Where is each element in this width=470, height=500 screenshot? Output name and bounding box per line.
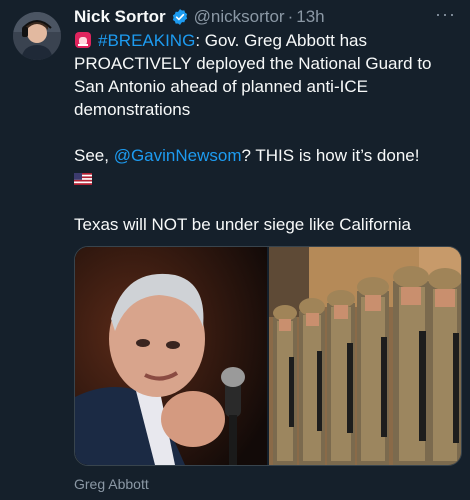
author-name[interactable]: Nick Sortor (74, 7, 166, 27)
national-guard-photo[interactable] (269, 247, 461, 465)
tweet-header: Nick Sortor @nicksortor · 13h (74, 4, 458, 30)
media-grid[interactable] (74, 246, 462, 466)
tweet-paragraph-2: See, @GavinNewsom? THIS is how it’s done… (74, 144, 458, 190)
greg-abbott-photo[interactable] (75, 247, 267, 465)
tweet-text: #BREAKING: Gov. Greg Abbott has PROACTIV… (74, 29, 458, 236)
tweet-line-2-prefix: See, (74, 146, 114, 165)
tweet-paragraph-1: #BREAKING: Gov. Greg Abbott has PROACTIV… (74, 29, 458, 121)
verified-badge-icon (171, 8, 189, 26)
more-dots-icon[interactable]: ··· (435, 5, 456, 23)
timestamp[interactable]: 13h (296, 7, 324, 27)
us-flag-icon (74, 168, 92, 185)
tweet[interactable]: Nick Sortor @nicksortor · 13h ··· #BREAK… (0, 0, 470, 500)
tweet-paragraph-3: Texas will NOT be under siege like Calif… (74, 215, 412, 234)
tweet-line-2-suffix: ? THIS is how it’s done! (241, 146, 420, 165)
mention-gavin-newsom[interactable]: @GavinNewsom (114, 146, 242, 165)
author-handle[interactable]: @nicksortor (194, 7, 285, 27)
avatar-image (13, 12, 61, 60)
avatar[interactable] (13, 12, 61, 60)
hashtag-breaking[interactable]: #BREAKING (98, 31, 195, 50)
media-caption: Greg Abbott (74, 476, 149, 492)
police-light-icon (74, 31, 92, 49)
separator-dot: · (287, 7, 294, 26)
